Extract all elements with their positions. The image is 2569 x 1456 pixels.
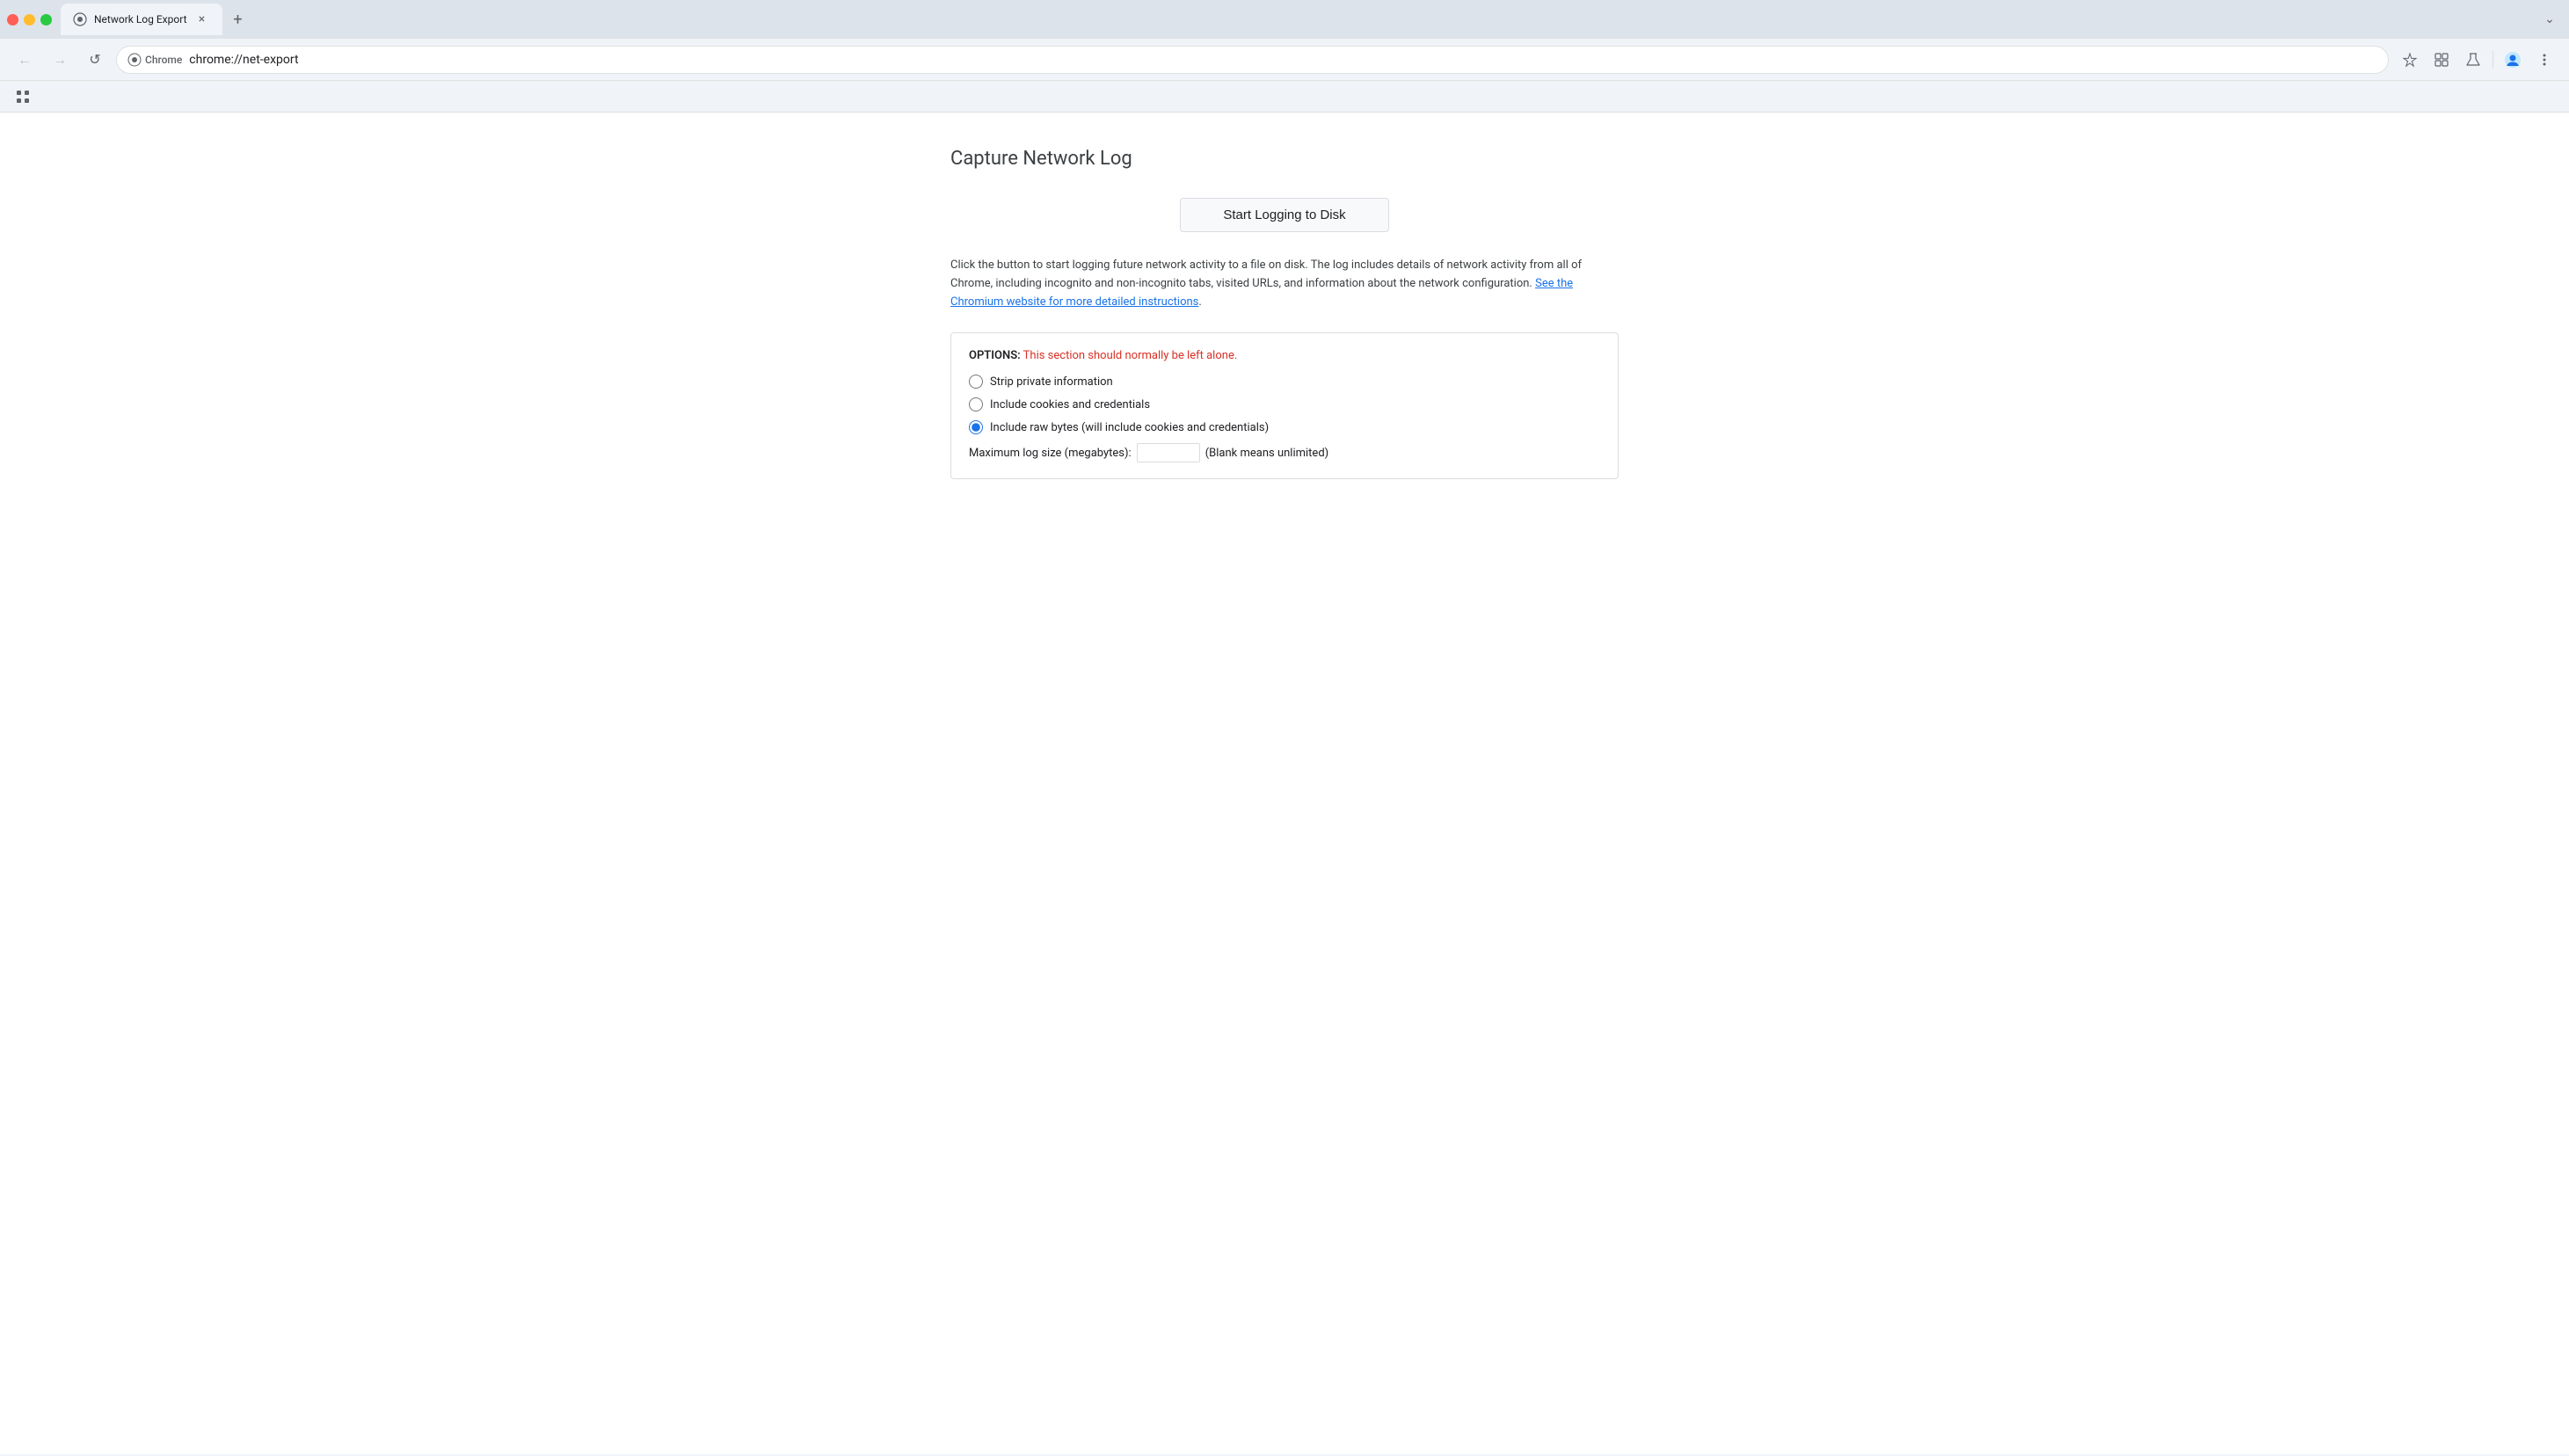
avatar-icon [2504,51,2522,69]
options-box: OPTIONS: This section should normally be… [950,332,1619,479]
address-favicon-area: Chrome [127,53,182,67]
maximize-window-button[interactable] [40,14,52,25]
options-label: OPTIONS: [969,349,1021,362]
radio-strip-private-label: Strip private information [990,375,1113,389]
traffic-lights [7,14,52,25]
address-bar[interactable]: Chrome chrome://net-export [116,46,2389,74]
browser-name-label: Chrome [145,54,182,66]
start-logging-button[interactable]: Start Logging to Disk [1180,198,1388,232]
tab-close-button[interactable]: × [194,11,210,27]
bookmarks-bar [0,81,2569,113]
radio-include-raw-bytes[interactable] [969,420,983,434]
radio-include-cookies-label: Include cookies and credentials [990,398,1150,411]
page-content: Capture Network Log Start Logging to Dis… [0,113,2569,1454]
options-warning: This section should normally be left alo… [1023,349,1238,362]
description-body: Click the button to start logging future… [950,258,1582,290]
description-text: Click the button to start logging future… [950,257,1619,311]
profile-avatar-button[interactable] [2499,46,2527,74]
tab-title-label: Network Log Export [94,13,187,25]
address-url-text: chrome://net-export [189,53,2377,67]
star-icon [2402,52,2418,68]
options-header: OPTIONS: This section should normally be… [969,349,1600,362]
page-title: Capture Network Log [950,148,1132,170]
tab-right-area: ⌄ [2537,7,2562,32]
title-bar: Network Log Export × + ⌄ [0,0,2569,39]
new-tab-button[interactable]: + [226,7,251,32]
extension-puzzle-button[interactable] [2427,46,2456,74]
apps-grid-button[interactable] [11,84,35,109]
option-row-1: Strip private information [969,375,1600,389]
max-size-label: Maximum log size (megabytes): [969,447,1132,460]
active-tab[interactable]: Network Log Export × [61,4,222,35]
close-window-button[interactable] [7,14,18,25]
lab-flask-button[interactable] [2459,46,2487,74]
nav-bar: ← → ↺ Chrome chrome://net-export [0,39,2569,81]
reload-button[interactable]: ↺ [81,46,109,74]
chrome-logo-icon [127,53,142,67]
radio-strip-private[interactable] [969,375,983,389]
extensions-icon [2434,52,2449,68]
radio-include-cookies[interactable] [969,397,983,411]
forward-button[interactable]: → [46,46,74,74]
nav-right-buttons [2396,46,2558,74]
description-suffix: . [1198,295,1201,309]
apps-grid-icon [16,90,30,104]
option-row-3: Include raw bytes (will include cookies … [969,420,1600,434]
bookmark-star-button[interactable] [2396,46,2424,74]
tab-favicon-icon [73,12,87,26]
max-size-input[interactable] [1137,443,1200,462]
back-button[interactable]: ← [11,46,39,74]
max-size-hint: (Blank means unlimited) [1205,447,1329,460]
option-row-2: Include cookies and credentials [969,397,1600,411]
more-vert-icon [2536,52,2552,68]
radio-include-raw-bytes-label: Include raw bytes (will include cookies … [990,421,1269,434]
flask-icon [2465,52,2481,68]
minimize-window-button[interactable] [24,14,35,25]
tab-bar: Network Log Export × + [61,4,251,35]
chrome-menu-button[interactable] [2530,46,2558,74]
tab-menu-button[interactable]: ⌄ [2537,7,2562,32]
max-size-row: Maximum log size (megabytes): (Blank mea… [969,443,1600,462]
